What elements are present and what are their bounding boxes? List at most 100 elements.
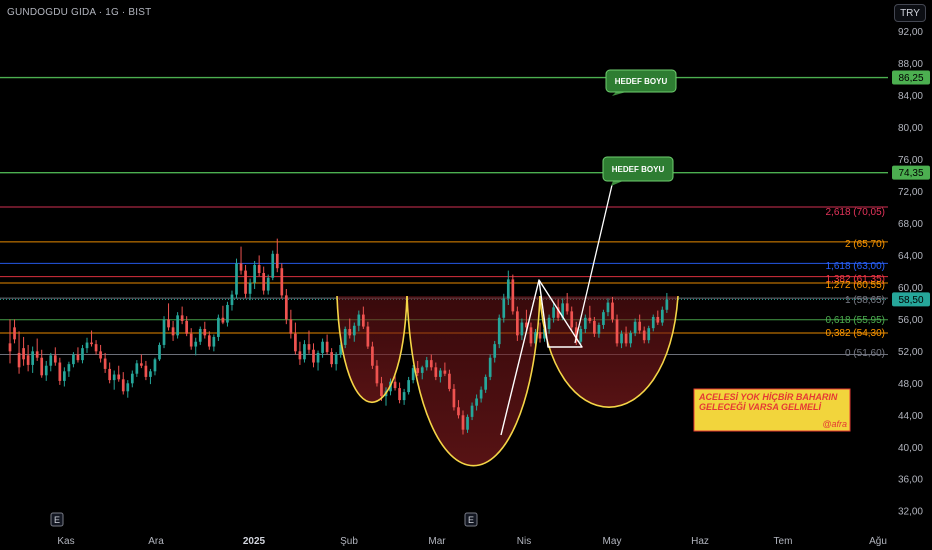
candle-body [502,298,506,318]
time-tick: Nis [517,536,531,547]
candle-body [35,351,39,358]
price-label: 74,35 [892,165,930,180]
candle-body [221,317,225,323]
candle-body [117,374,121,380]
candle-body [597,324,601,334]
candle [244,265,247,298]
candle-body [26,355,30,365]
candle [63,367,66,387]
price-tick: 60,00 [898,283,923,294]
fib-label: 2,618 (70,05) [826,207,886,218]
price-label: 58,50 [892,292,930,307]
price-tick: 40,00 [898,443,923,454]
candle [94,340,98,355]
candle-body [226,304,229,323]
price-tick: 52,00 [898,347,923,358]
candle-body [348,328,352,336]
candle-body [638,321,642,331]
earnings-marker[interactable]: E [50,512,64,527]
candle [31,346,34,373]
candle [44,360,48,381]
candle-body [135,363,139,374]
price-tick: 80,00 [898,123,923,134]
candle-body [294,333,297,352]
candle [253,261,256,289]
candle [511,274,515,315]
candle-body [189,333,193,347]
target-callout[interactable]: HEDEF BOYU [605,69,677,96]
candle-body [248,282,252,294]
earnings-marker[interactable]: E [464,512,478,527]
price-chart[interactable]: HEDEF BOYU HEDEF BOYU ACELESİ YOK HİÇBİR B… [0,0,932,550]
time-tick: Kas [57,536,74,547]
candle-body [72,354,75,365]
callout-pointer [611,181,623,186]
candle [81,344,84,364]
candle [167,303,170,331]
candle-body [144,365,148,377]
candle-body [416,368,420,373]
price-tick: 32,00 [898,507,923,518]
candle [217,314,220,341]
candle-body [40,357,44,376]
candle-body [611,302,614,320]
candle-body [398,388,401,401]
candle-body [63,371,66,381]
candle-body [176,315,179,336]
note-line-2: GELECEĞİ VARSA GELMELİ [699,401,822,412]
candle-body [180,315,184,321]
candle [112,370,116,390]
fib-label: 0 (51,60) [845,348,885,359]
candle [53,347,57,366]
candle-body [171,327,175,336]
candle-body [602,312,605,325]
fib-label: 1 (58,65) [845,295,885,306]
candle-body [434,367,438,377]
candle [26,344,30,372]
candle-body [58,362,62,381]
candle-body [257,265,261,273]
candle-body [656,316,660,323]
candle-body [262,272,266,291]
note-box[interactable]: ACELESİ YOK HİÇBİR BAHARINGELECEĞİ VARSA… [693,388,851,432]
price-tick: 44,00 [898,411,923,422]
candle [17,331,21,374]
candle-body [606,302,610,313]
candle-body [99,351,102,359]
candle [284,288,288,325]
candle-body [280,268,284,296]
candle [207,331,211,350]
candle-body [321,341,324,353]
candle-body [366,326,370,347]
price-label-text: 74,35 [898,168,923,179]
candle [289,309,293,339]
candle-body [81,348,84,361]
candle [162,316,166,349]
target-callout[interactable]: HEDEF BOYU [602,156,674,186]
currency-button[interactable]: TRY [894,4,926,22]
candle-body [203,328,207,336]
candle-body [357,314,361,326]
candle-body [85,342,89,349]
candle-body [583,317,587,329]
candle-body [538,332,542,339]
price-tick: 48,00 [898,379,923,390]
candle [171,320,175,341]
candle-body [380,383,383,397]
candle [538,322,542,343]
candle-body [452,388,456,408]
candle-body [443,370,447,374]
price-tick: 72,00 [898,187,923,198]
candle [103,352,107,373]
candle-body [90,342,93,345]
candle [58,357,62,385]
candle [303,340,306,363]
candle-body [316,352,320,363]
candle [398,382,401,404]
fib-label: 0,618 (55,95) [826,315,886,326]
candle [343,326,347,349]
candle [334,352,338,371]
candle [235,258,238,299]
candle [117,365,121,382]
time-tick: May [603,536,622,547]
